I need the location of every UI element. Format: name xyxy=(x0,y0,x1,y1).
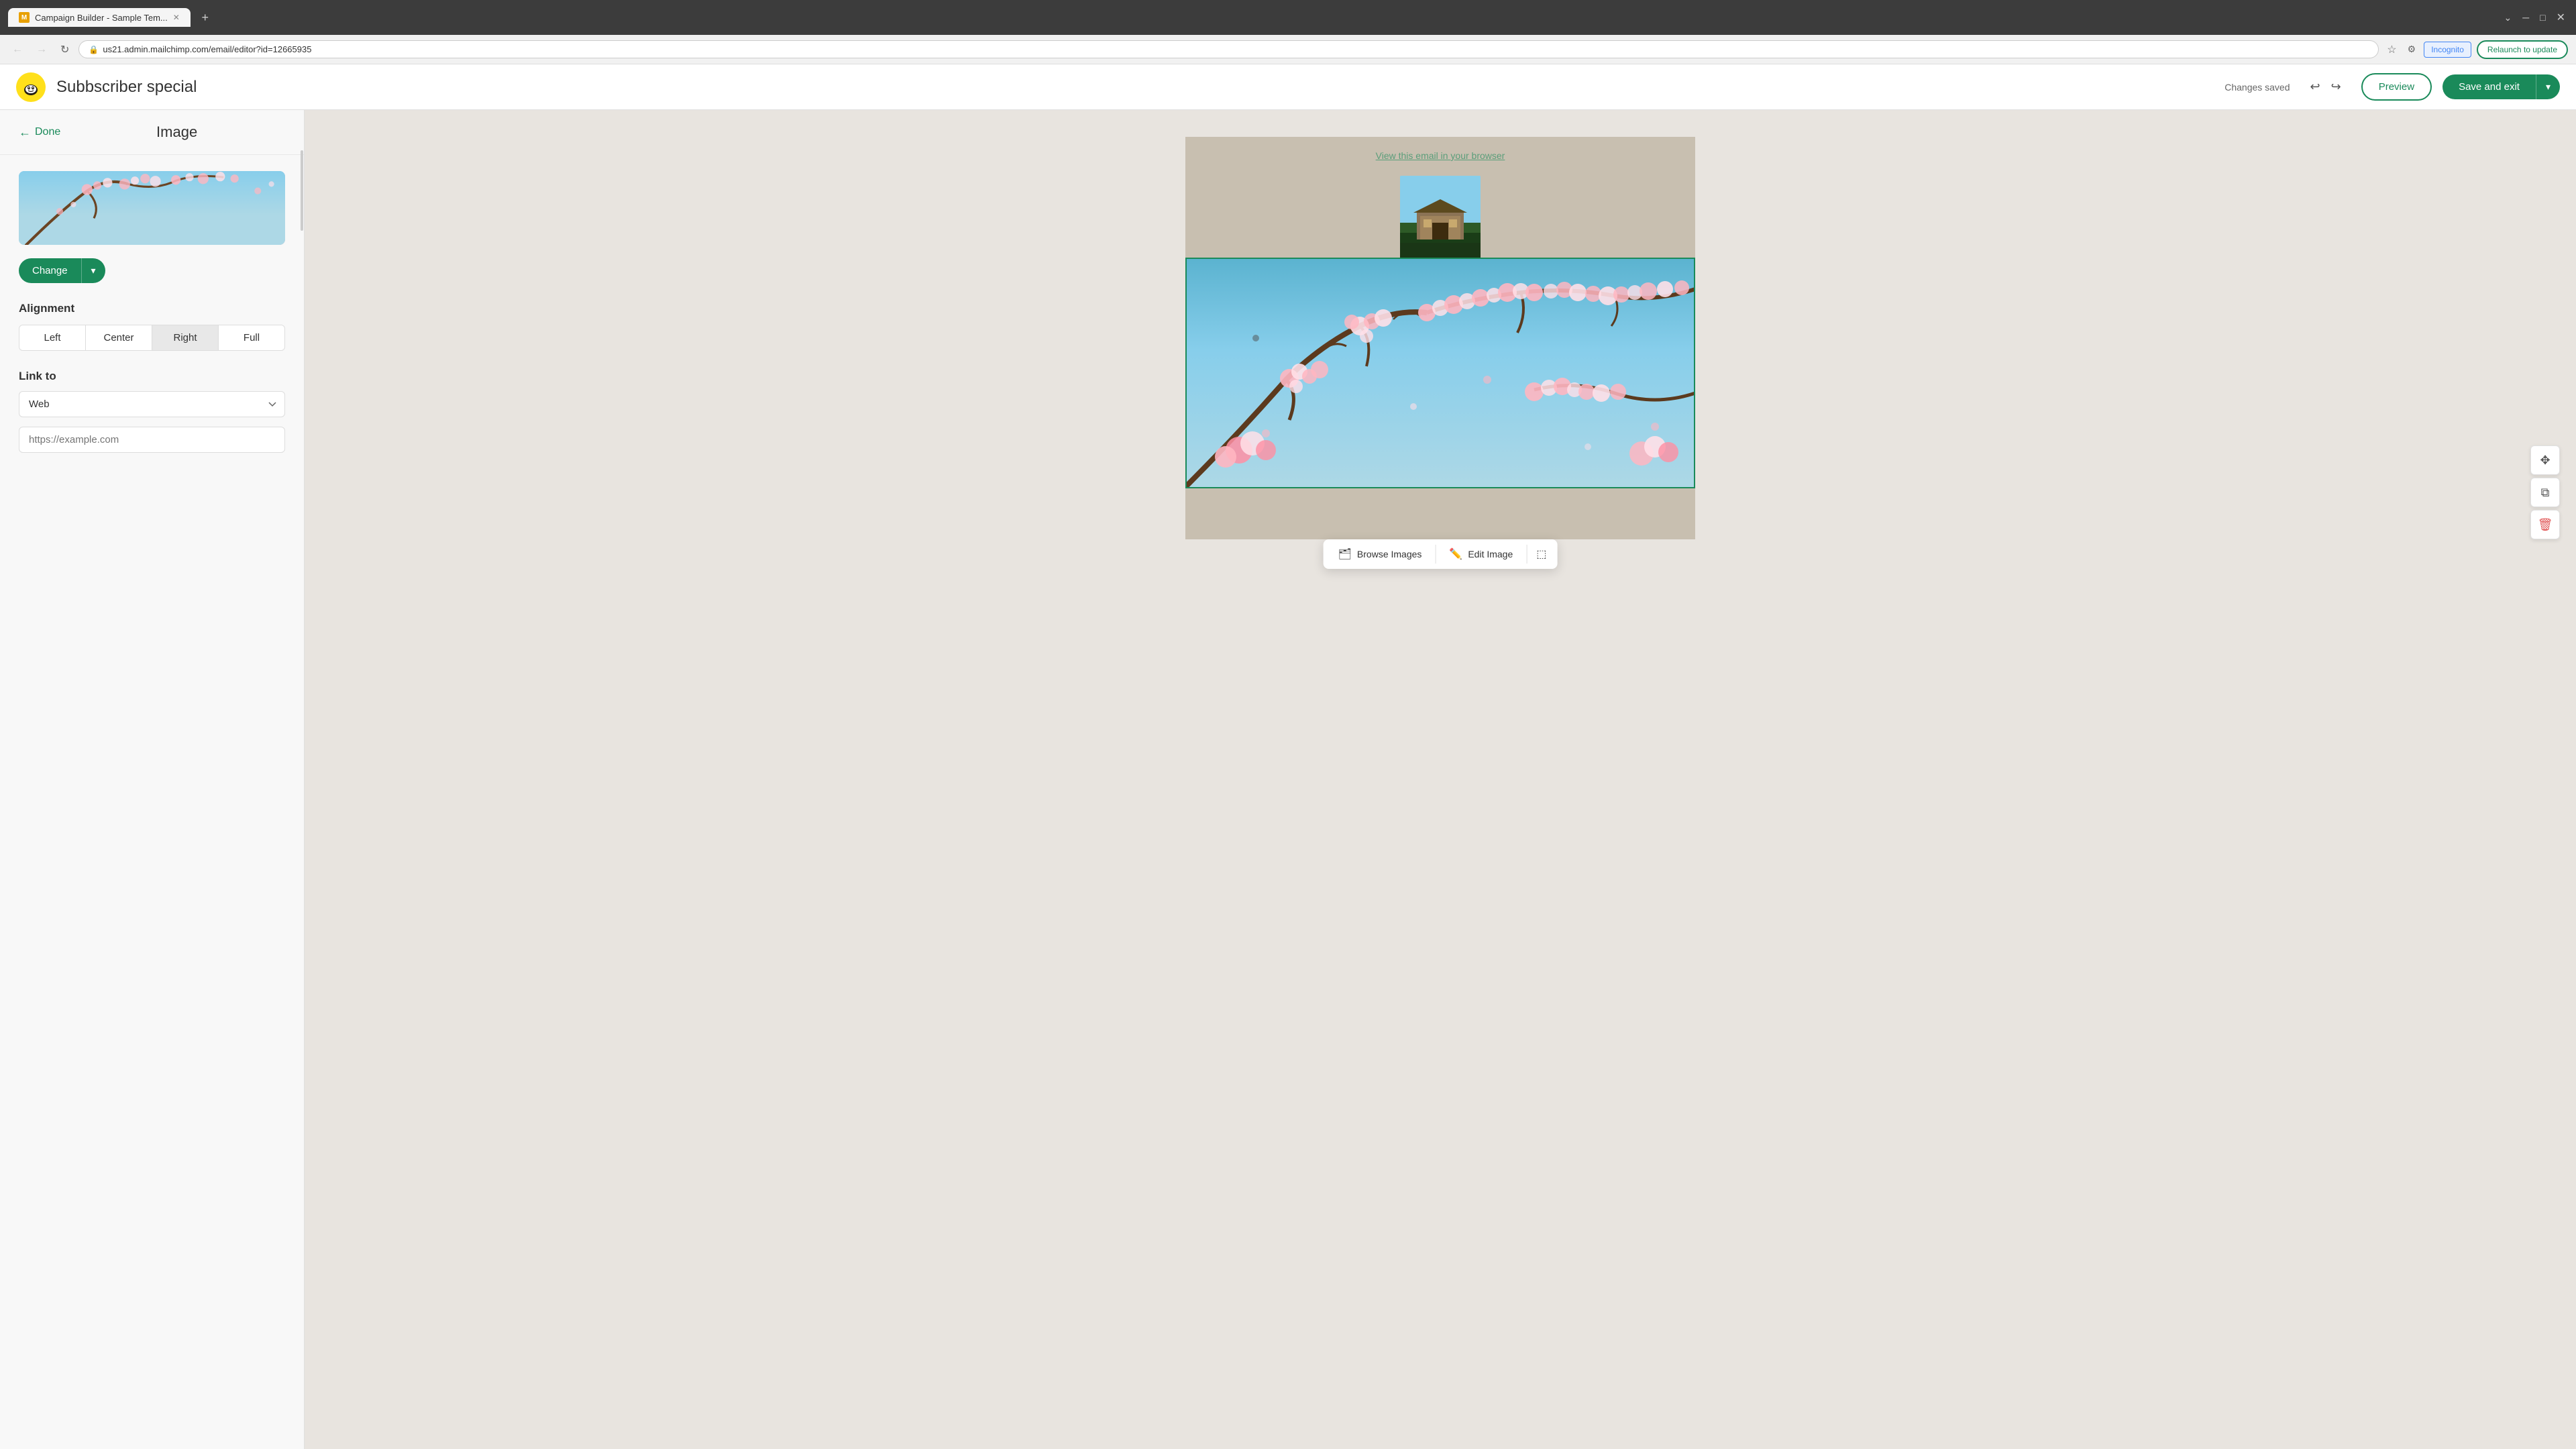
redo-button[interactable]: ↪ xyxy=(2327,76,2345,98)
right-floating-toolbar: ✥ ⧉ 🗑 xyxy=(2530,445,2560,539)
undo-redo-group: ↩ ↪ xyxy=(2306,76,2345,98)
restore-button[interactable]: □ xyxy=(2537,9,2548,25)
move-button[interactable]: ✥ xyxy=(2530,445,2560,475)
change-button-group: Change ▾ xyxy=(19,258,285,283)
panel-title: Image xyxy=(156,123,197,141)
forward-button[interactable]: → xyxy=(32,41,51,58)
browser-tab[interactable]: M Campaign Builder - Sample Tem... ✕ xyxy=(8,8,191,27)
view-in-browser-link[interactable]: View this email in your browser xyxy=(1376,150,1505,161)
close-tab-icon[interactable]: ✕ xyxy=(173,13,180,22)
email-header-link-row: View this email in your browser xyxy=(1185,137,1695,170)
folder-icon: 🗂 xyxy=(1338,547,1352,561)
back-button[interactable]: ← xyxy=(8,41,27,58)
browser-chrome: M Campaign Builder - Sample Tem... ✕ + ⌄… xyxy=(0,0,2576,35)
new-tab-button[interactable]: + xyxy=(196,8,215,27)
url-text: us21.admin.mailchimp.com/email/editor?id… xyxy=(103,44,311,54)
trash-icon: 🗑 xyxy=(2538,518,2553,532)
reload-button[interactable]: ↻ xyxy=(56,40,73,59)
canvas-area: View this email in your browser xyxy=(305,110,2576,1449)
favicon-icon: M xyxy=(19,12,30,23)
scrollbar-thumb[interactable] xyxy=(301,150,303,231)
preview-button[interactable]: Preview xyxy=(2361,73,2432,101)
done-link[interactable]: ← Done xyxy=(19,125,60,140)
link-to-section: Link to Web Email Phone File xyxy=(19,370,285,453)
change-dropdown-button[interactable]: ▾ xyxy=(81,258,105,283)
minimize-button[interactable]: ─ xyxy=(2520,9,2532,25)
delete-button[interactable]: 🗑 xyxy=(2530,510,2560,539)
link-to-select[interactable]: Web Email Phone File xyxy=(19,391,285,417)
align-left-button[interactable]: Left xyxy=(19,325,86,350)
left-sidebar: ← Done Image xyxy=(0,110,305,1449)
link-to-label: Link to xyxy=(19,370,285,383)
save-exit-group: Save and exit ▾ xyxy=(2443,74,2560,99)
crop-icon: ⬚ xyxy=(1536,547,1546,561)
image-preview xyxy=(19,171,285,245)
align-center-button[interactable]: Center xyxy=(86,325,152,350)
app-header: Subbscriber special Changes saved ↩ ↪ Pr… xyxy=(0,64,2576,110)
undo-button[interactable]: ↩ xyxy=(2306,76,2324,98)
align-full-button[interactable]: Full xyxy=(219,325,284,350)
move-icon: ✥ xyxy=(2540,453,2550,468)
cherry-blossom-image xyxy=(1187,259,1694,487)
edit-pencil-icon: ✏️ xyxy=(1449,547,1462,561)
change-button[interactable]: Change xyxy=(19,258,81,283)
selected-image-block[interactable] xyxy=(1185,258,1695,488)
window-controls: ⌄ ─ □ ✕ xyxy=(2501,8,2568,27)
extensions-button[interactable]: ⚙ xyxy=(2405,41,2419,58)
url-bar-row: ← → ↻ 🔒 us21.admin.mailchimp.com/email/e… xyxy=(0,35,2576,64)
duplicate-icon: ⧉ xyxy=(2541,486,2550,500)
edit-image-button[interactable]: ✏️ Edit Image xyxy=(1436,541,1526,568)
alignment-options: Left Center Right Full xyxy=(19,325,285,351)
image-toolbar: 🗂 Browse Images ✏️ Edit Image ⬚ xyxy=(1324,539,1558,569)
incognito-indicator: Incognito xyxy=(2424,42,2471,58)
save-exit-dropdown-button[interactable]: ▾ xyxy=(2536,74,2560,99)
align-right-button[interactable]: Right xyxy=(152,325,219,350)
edit-image-label: Edit Image xyxy=(1468,549,1513,559)
url-input[interactable] xyxy=(19,427,285,453)
tab-title: Campaign Builder - Sample Tem... xyxy=(35,13,168,23)
url-bar[interactable]: 🔒 us21.admin.mailchimp.com/email/editor?… xyxy=(78,40,2379,58)
duplicate-button[interactable]: ⧉ xyxy=(2530,478,2560,507)
browse-images-label: Browse Images xyxy=(1357,549,1421,559)
crop-button[interactable]: ⬚ xyxy=(1527,541,1556,568)
tab-list-button[interactable]: ⌄ xyxy=(2501,9,2514,26)
changes-saved-status: Changes saved xyxy=(2224,82,2290,93)
email-thumb-row xyxy=(1185,170,1695,271)
campaign-title: Subbscriber special xyxy=(56,78,197,97)
email-container: View this email in your browser xyxy=(1185,137,1695,539)
main-layout: ← Done Image xyxy=(0,110,2576,1449)
close-window-button[interactable]: ✕ xyxy=(2554,8,2568,27)
alignment-section: Alignment Left Center Right Full xyxy=(19,302,285,351)
relaunch-button[interactable]: Relaunch to update xyxy=(2477,40,2568,59)
bookmark-button[interactable]: ☆ xyxy=(2384,40,2399,59)
mailchimp-logo xyxy=(16,72,46,102)
done-label: Done xyxy=(35,126,60,138)
save-exit-button[interactable]: Save and exit xyxy=(2443,74,2536,99)
browse-images-button[interactable]: 🗂 Browse Images xyxy=(1325,541,1436,568)
temple-thumbnail xyxy=(1400,176,1481,263)
sidebar-header: ← Done Image xyxy=(0,110,304,155)
back-arrow-icon: ← xyxy=(19,125,31,140)
sidebar-content: Change ▾ Alignment Left Center Right Ful… xyxy=(0,155,304,1449)
sidebar-scrollbar[interactable] xyxy=(300,110,304,1449)
alignment-label: Alignment xyxy=(19,302,285,315)
lock-icon: 🔒 xyxy=(89,45,99,54)
